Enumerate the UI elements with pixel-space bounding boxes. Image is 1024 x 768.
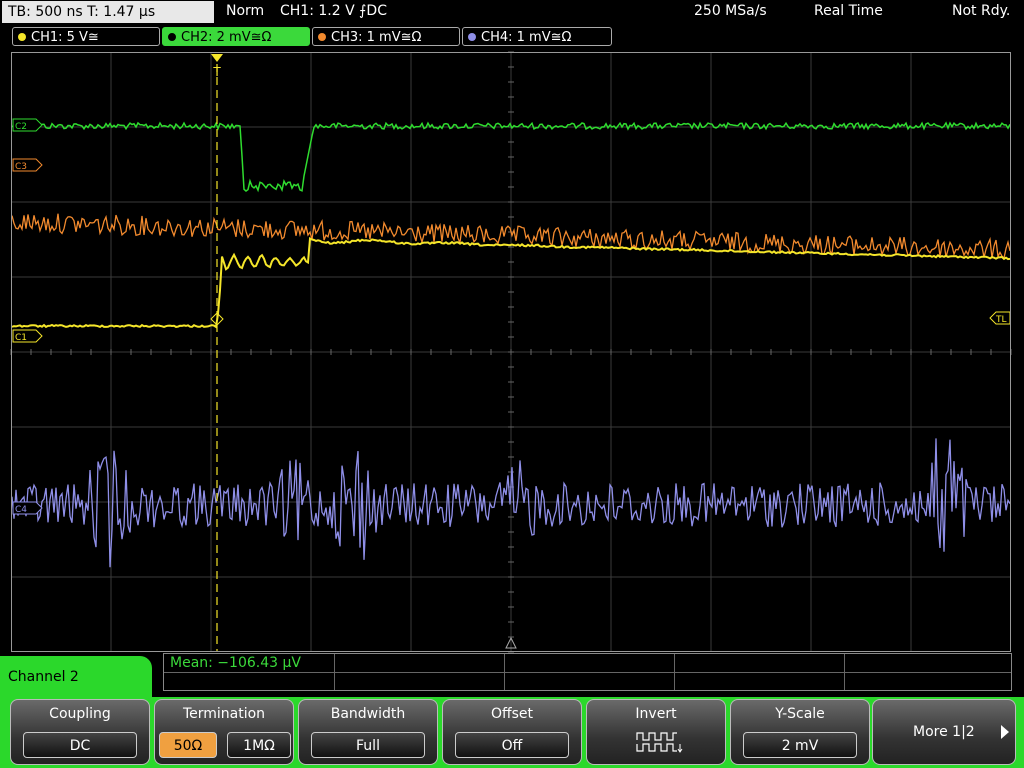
- coupling-value[interactable]: DC: [23, 732, 137, 758]
- invert-label: Invert: [635, 706, 677, 722]
- more-label: More 1|2: [913, 724, 975, 740]
- invert-waveform-icon: [636, 732, 683, 753]
- measurement-mean: Mean: −106.43 µV: [170, 655, 301, 671]
- termination-50-ohm-option[interactable]: 50Ω: [159, 732, 217, 758]
- y-scale-label: Y-Scale: [775, 706, 825, 722]
- menu-title: Channel 2: [8, 669, 79, 685]
- softkey-bar: Coupling DC Termination 50Ω 1MΩ Bandwidt…: [0, 697, 1024, 768]
- offset-value[interactable]: Off: [455, 732, 569, 758]
- bandwidth-value[interactable]: Full: [311, 732, 425, 758]
- measurement-panel[interactable]: Mean: −106.43 µV: [163, 653, 1012, 691]
- bandwidth-softkey[interactable]: Bandwidth Full: [298, 699, 438, 765]
- y-scale-softkey[interactable]: Y-Scale 2 mV: [730, 699, 870, 765]
- more-softkey[interactable]: More 1|2: [872, 699, 1016, 765]
- graticule-border: [11, 52, 1011, 652]
- coupling-softkey[interactable]: Coupling DC: [10, 699, 150, 765]
- invert-softkey[interactable]: Invert: [586, 699, 726, 765]
- termination-1m-ohm-option[interactable]: 1MΩ: [227, 732, 291, 758]
- offset-label: Offset: [490, 706, 534, 722]
- next-page-arrow-icon: [1001, 725, 1009, 739]
- termination-label: Termination: [182, 706, 266, 722]
- menu-title-tab: Channel 2: [0, 656, 152, 700]
- offset-softkey[interactable]: Offset Off: [442, 699, 582, 765]
- y-scale-value[interactable]: 2 mV: [743, 732, 857, 758]
- termination-softkey[interactable]: Termination 50Ω 1MΩ: [154, 699, 294, 765]
- bandwidth-label: Bandwidth: [330, 706, 406, 722]
- coupling-label: Coupling: [49, 706, 111, 722]
